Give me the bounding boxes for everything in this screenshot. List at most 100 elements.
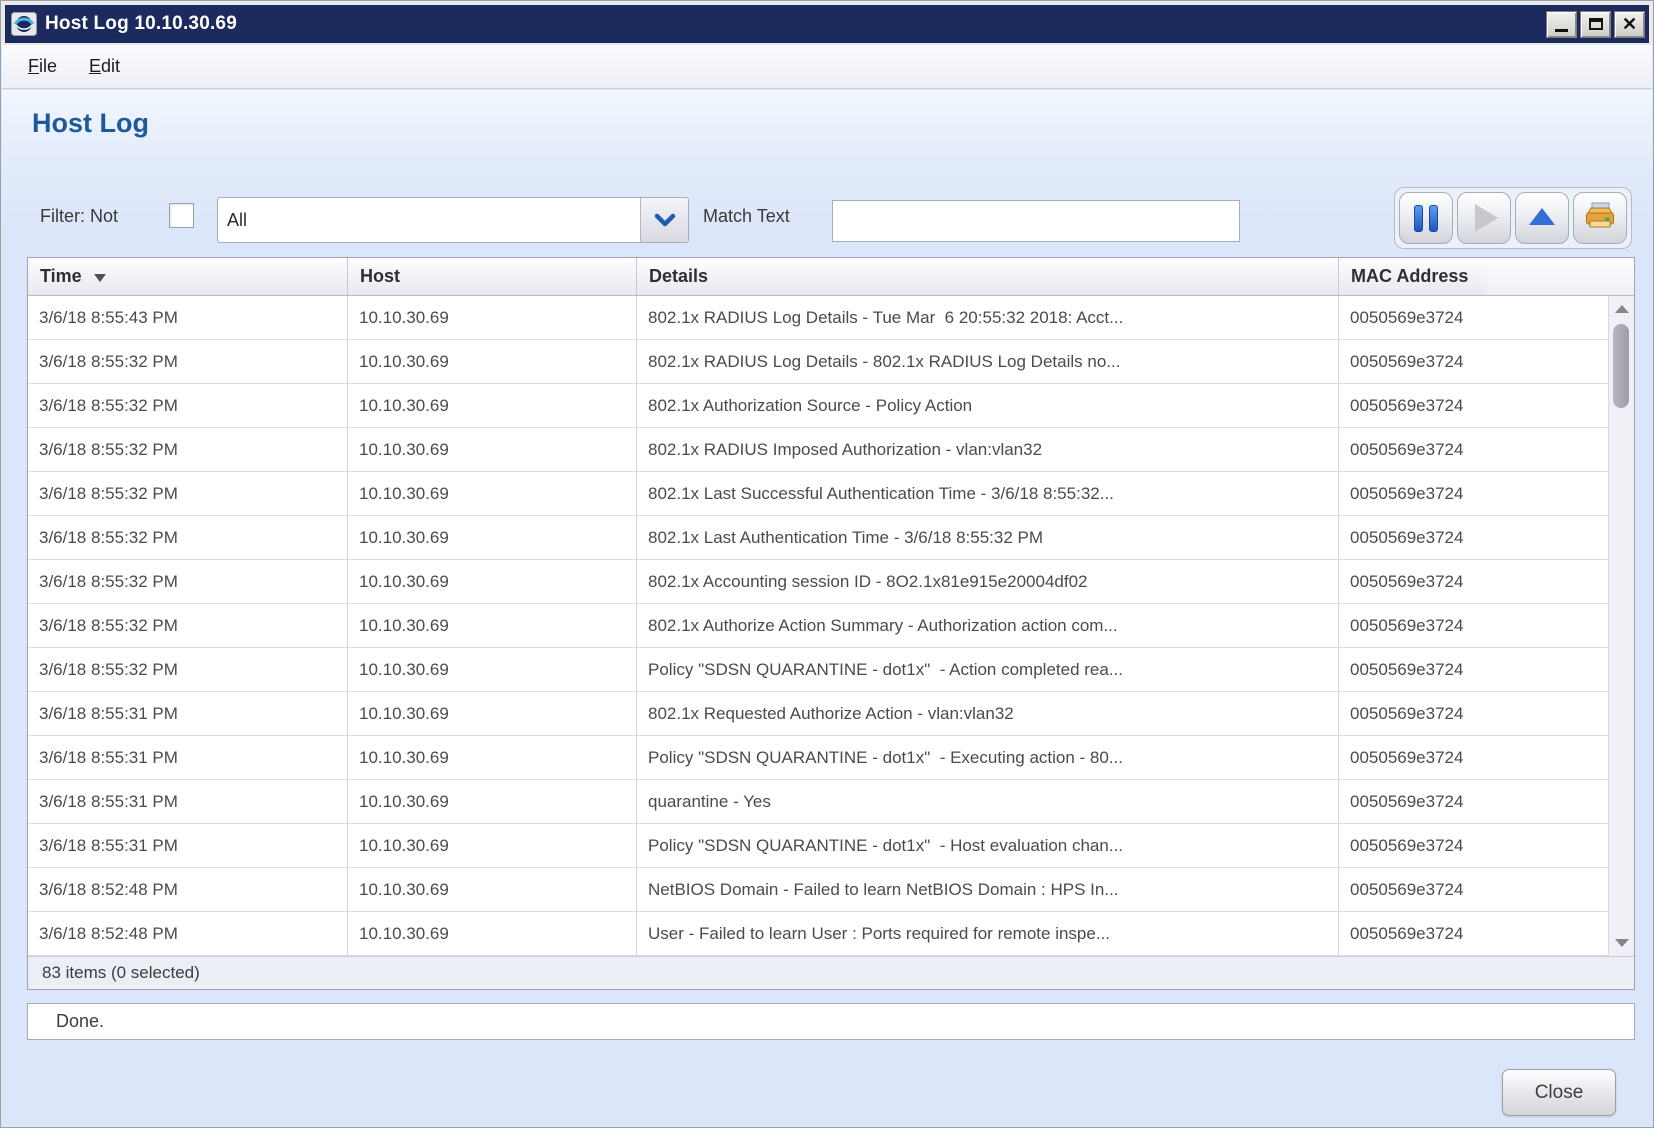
table-row[interactable]: 3/6/18 8:55:32 PM 10.10.30.69 802.1x RAD… [28, 340, 1608, 384]
cell-time[interactable]: 3/6/18 8:55:32 PM [28, 560, 348, 603]
cell-details[interactable]: quarantine - Yes [637, 780, 1339, 823]
cell-mac[interactable]: 0050569e3724 [1339, 516, 1608, 559]
scrollbar-up-arrow-icon[interactable] [1609, 298, 1634, 320]
cell-time[interactable]: 3/6/18 8:55:31 PM [28, 780, 348, 823]
cell-time[interactable]: 3/6/18 8:55:31 PM [28, 824, 348, 867]
cell-mac[interactable]: 0050569e3724 [1339, 340, 1608, 383]
cell-time[interactable]: 3/6/18 8:55:32 PM [28, 340, 348, 383]
table-row[interactable]: 3/6/18 8:55:31 PM 10.10.30.69 Policy "SD… [28, 824, 1608, 868]
cell-details[interactable]: 802.1x RADIUS Log Details - 802.1x RADIU… [637, 340, 1339, 383]
cell-time[interactable]: 3/6/18 8:55:32 PM [28, 428, 348, 471]
cell-mac[interactable]: 0050569e3724 [1339, 384, 1608, 427]
cell-details[interactable]: 802.1x Last Authentication Time - 3/6/18… [637, 516, 1339, 559]
pause-button[interactable] [1399, 192, 1453, 244]
scrollbar-thumb[interactable] [1613, 324, 1629, 408]
print-button[interactable] [1573, 192, 1627, 244]
cell-details[interactable]: User - Failed to learn User : Ports requ… [637, 912, 1339, 955]
cell-time[interactable]: 3/6/18 8:55:32 PM [28, 604, 348, 647]
cell-host[interactable]: 10.10.30.69 [348, 736, 637, 779]
cell-mac[interactable]: 0050569e3724 [1339, 472, 1608, 515]
cell-details[interactable]: Policy "SDSN QUARANTINE - dot1x" - Host … [637, 824, 1339, 867]
minimize-button[interactable] [1546, 10, 1577, 38]
table-row[interactable]: 3/6/18 8:55:32 PM 10.10.30.69 802.1x Las… [28, 516, 1608, 560]
table-row[interactable]: 3/6/18 8:55:32 PM 10.10.30.69 802.1x RAD… [28, 428, 1608, 472]
column-header-time[interactable]: Time [28, 258, 348, 295]
filter-dropdown[interactable]: All [217, 197, 689, 243]
cell-details[interactable]: Policy "SDSN QUARANTINE - dot1x" - Actio… [637, 648, 1339, 691]
scrollbar-down-arrow-icon[interactable] [1609, 932, 1634, 954]
cell-details[interactable]: 802.1x Last Successful Authentication Ti… [637, 472, 1339, 515]
play-icon [1475, 204, 1498, 232]
column-header-details[interactable]: Details [637, 258, 1339, 295]
cell-mac[interactable]: 0050569e3724 [1339, 912, 1608, 955]
cell-host[interactable]: 10.10.30.69 [348, 428, 637, 471]
menu-edit[interactable]: Edit [83, 52, 126, 81]
column-header-host[interactable]: Host [348, 258, 637, 295]
resume-button[interactable] [1457, 192, 1511, 244]
cell-mac[interactable]: 0050569e3724 [1339, 428, 1608, 471]
cell-host[interactable]: 10.10.30.69 [348, 472, 637, 515]
table-row[interactable]: 3/6/18 8:55:32 PM 10.10.30.69 802.1x Las… [28, 472, 1608, 516]
close-button[interactable]: Close [1502, 1069, 1616, 1116]
cell-host[interactable]: 10.10.30.69 [348, 384, 637, 427]
cell-host[interactable]: 10.10.30.69 [348, 516, 637, 559]
cell-mac[interactable]: 0050569e3724 [1339, 604, 1608, 647]
cell-details[interactable]: 802.1x RADIUS Imposed Authorization - vl… [637, 428, 1339, 471]
match-text-input[interactable] [832, 200, 1240, 242]
table-row[interactable]: 3/6/18 8:55:32 PM 10.10.30.69 802.1x Aut… [28, 604, 1608, 648]
cell-host[interactable]: 10.10.30.69 [348, 296, 637, 339]
cell-time[interactable]: 3/6/18 8:52:48 PM [28, 868, 348, 911]
table-row[interactable]: 3/6/18 8:55:43 PM 10.10.30.69 802.1x RAD… [28, 296, 1608, 340]
cell-time[interactable]: 3/6/18 8:55:31 PM [28, 736, 348, 779]
cell-time[interactable]: 3/6/18 8:55:31 PM [28, 692, 348, 735]
cell-time[interactable]: 3/6/18 8:55:32 PM [28, 648, 348, 691]
cell-host[interactable]: 10.10.30.69 [348, 692, 637, 735]
titlebar[interactable]: Host Log 10.10.30.69 ✕ [5, 5, 1649, 43]
chevron-down-icon[interactable] [640, 198, 688, 242]
vertical-scrollbar[interactable] [1608, 296, 1634, 956]
table-row[interactable]: 3/6/18 8:55:31 PM 10.10.30.69 802.1x Req… [28, 692, 1608, 736]
cell-host[interactable]: 10.10.30.69 [348, 340, 637, 383]
cell-mac[interactable]: 0050569e3724 [1339, 296, 1608, 339]
cell-details[interactable]: Policy "SDSN QUARANTINE - dot1x" - Execu… [637, 736, 1339, 779]
cell-host[interactable]: 10.10.30.69 [348, 604, 637, 647]
table-row[interactable]: 3/6/18 8:55:32 PM 10.10.30.69 Policy "SD… [28, 648, 1608, 692]
cell-time[interactable]: 3/6/18 8:55:32 PM [28, 516, 348, 559]
cell-mac[interactable]: 0050569e3724 [1339, 560, 1608, 603]
cell-host[interactable]: 10.10.30.69 [348, 560, 637, 603]
cell-host[interactable]: 10.10.30.69 [348, 912, 637, 955]
table-row[interactable]: 3/6/18 8:55:31 PM 10.10.30.69 Policy "SD… [28, 736, 1608, 780]
filter-not-checkbox[interactable] [169, 203, 194, 228]
cell-mac[interactable]: 0050569e3724 [1339, 648, 1608, 691]
cell-time[interactable]: 3/6/18 8:52:48 PM [28, 912, 348, 955]
column-header-mac[interactable]: MAC Address [1339, 258, 1487, 295]
maximize-button[interactable] [1580, 10, 1611, 38]
cell-mac[interactable]: 0050569e3724 [1339, 868, 1608, 911]
table-row[interactable]: 3/6/18 8:55:31 PM 10.10.30.69 quarantine… [28, 780, 1608, 824]
cell-mac[interactable]: 0050569e3724 [1339, 736, 1608, 779]
cell-mac[interactable]: 0050569e3724 [1339, 780, 1608, 823]
cell-details[interactable]: 802.1x Authorization Source - Policy Act… [637, 384, 1339, 427]
cell-details[interactable]: 802.1x RADIUS Log Details - Tue Mar 6 20… [637, 296, 1339, 339]
cell-mac[interactable]: 0050569e3724 [1339, 824, 1608, 867]
cell-time[interactable]: 3/6/18 8:55:43 PM [28, 296, 348, 339]
cell-details[interactable]: 802.1x Requested Authorize Action - vlan… [637, 692, 1339, 735]
table-row[interactable]: 3/6/18 8:55:32 PM 10.10.30.69 802.1x Aut… [28, 384, 1608, 428]
cell-details[interactable]: 802.1x Accounting session ID - 8O2.1x81e… [637, 560, 1339, 603]
cell-host[interactable]: 10.10.30.69 [348, 648, 637, 691]
close-window-button[interactable]: ✕ [1614, 10, 1645, 38]
cell-details[interactable]: NetBIOS Domain - Failed to learn NetBIOS… [637, 868, 1339, 911]
scroll-to-top-button[interactable] [1515, 192, 1569, 244]
cell-details[interactable]: 802.1x Authorize Action Summary - Author… [637, 604, 1339, 647]
table-row[interactable]: 3/6/18 8:52:48 PM 10.10.30.69 NetBIOS Do… [28, 868, 1608, 912]
table-row[interactable]: 3/6/18 8:55:32 PM 10.10.30.69 802.1x Acc… [28, 560, 1608, 604]
cell-host[interactable]: 10.10.30.69 [348, 780, 637, 823]
cell-time[interactable]: 3/6/18 8:55:32 PM [28, 384, 348, 427]
table-row[interactable]: 3/6/18 8:52:48 PM 10.10.30.69 User - Fai… [28, 912, 1608, 956]
cell-host[interactable]: 10.10.30.69 [348, 824, 637, 867]
menu-file[interactable]: File [22, 52, 63, 81]
cell-host[interactable]: 10.10.30.69 [348, 868, 637, 911]
cell-mac[interactable]: 0050569e3724 [1339, 692, 1608, 735]
cell-time[interactable]: 3/6/18 8:55:32 PM [28, 472, 348, 515]
app-icon [11, 12, 37, 36]
